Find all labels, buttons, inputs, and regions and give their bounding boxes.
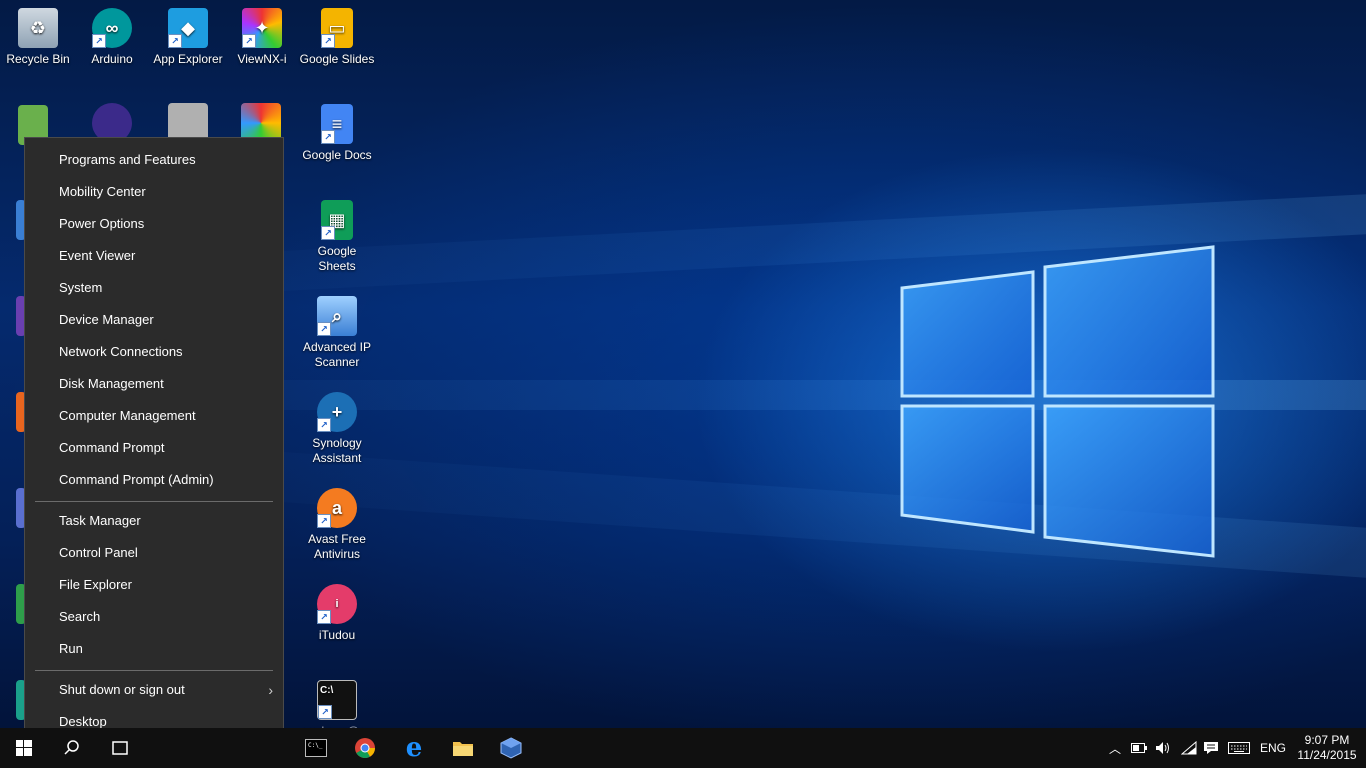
menu-item-programs-and-features[interactable]: Programs and Features (25, 144, 283, 176)
network-scanner-icon: ⌕ ↗ (317, 296, 357, 336)
svg-text:C:\_: C:\_ (308, 742, 323, 749)
volume-button[interactable] (1152, 728, 1174, 768)
battery-button[interactable] (1128, 728, 1150, 768)
battery-icon (1131, 743, 1147, 753)
taskbar-cmd[interactable]: C:\_ (292, 728, 340, 768)
chrome-icon (355, 738, 375, 758)
synology-icon: + ↗ (317, 392, 357, 432)
desktop-icon-viewnx[interactable]: ✦ ↗ ViewNX-i (224, 8, 300, 67)
notification-icon (1204, 742, 1218, 754)
taskbar-chrome[interactable] (341, 728, 389, 768)
winx-context-menu: Programs and Features Mobility Center Po… (24, 137, 284, 746)
desktop-icon-itudou[interactable]: i ↗ iTudou (299, 584, 375, 643)
chevron-up-icon: ︿ (1108, 741, 1121, 756)
touch-keyboard-button[interactable] (1226, 728, 1252, 768)
menu-item-task-manager[interactable]: Task Manager (25, 505, 283, 537)
google-docs-icon: ≡ ↗ (321, 104, 353, 144)
viewnx-icon: ✦ ↗ (242, 8, 282, 48)
keyboard-icon (1228, 742, 1250, 754)
start-button[interactable] (0, 728, 48, 768)
menu-item-file-explorer[interactable]: File Explorer (25, 569, 283, 601)
action-center-button[interactable] (1200, 728, 1222, 768)
show-hidden-icons-button[interactable]: ︿ (1104, 728, 1126, 768)
arduino-icon: ∞ ↗ (92, 8, 132, 48)
search-icon (64, 740, 79, 755)
desktop-icon-google-sheets[interactable]: ▦ ↗ Google Sheets (299, 200, 375, 274)
task-view-icon (112, 741, 128, 755)
menu-item-power-options[interactable]: Power Options (25, 208, 283, 240)
recycle-bin-icon: ♻ (18, 8, 58, 48)
menu-item-control-panel[interactable]: Control Panel (25, 537, 283, 569)
desktop-icon-google-slides[interactable]: ▭ ↗ Google Slides (299, 8, 375, 67)
clock-time: 9:07 PM (1304, 733, 1350, 747)
menu-item-run[interactable]: Run (25, 633, 283, 665)
menu-item-command-prompt-admin[interactable]: Command Prompt (Admin) (25, 464, 283, 496)
menu-item-command-prompt[interactable]: Command Prompt (25, 432, 283, 464)
taskbar-file-explorer[interactable] (439, 728, 487, 768)
desktop-icon-google-docs[interactable]: ≡ ↗ Google Docs (299, 104, 375, 163)
menu-separator (35, 501, 273, 502)
folder-icon (453, 742, 473, 756)
chevron-right-icon: › (268, 682, 273, 698)
desktop-icon-arduino[interactable]: ∞ ↗ Arduino (74, 8, 150, 67)
google-slides-icon: ▭ ↗ (321, 8, 353, 48)
menu-item-device-manager[interactable]: Device Manager (25, 304, 283, 336)
task-view-button[interactable] (96, 728, 144, 768)
cmd-icon: C:\_ (305, 739, 327, 757)
menu-item-system[interactable]: System (25, 272, 283, 304)
itudou-icon: i ↗ (317, 584, 357, 624)
input-language-button[interactable]: ENG (1256, 728, 1290, 768)
search-button[interactable] (48, 728, 96, 768)
wifi-icon (1181, 741, 1197, 755)
app-explorer-icon: ◆ ↗ (168, 8, 208, 48)
menu-item-mobility-center[interactable]: Mobility Center (25, 176, 283, 208)
volume-icon (1156, 742, 1169, 754)
desktop-icon-synology-assistant[interactable]: + ↗ Synology Assistant (299, 392, 375, 466)
menu-item-event-viewer[interactable]: Event Viewer (25, 240, 283, 272)
desktop-icon-app-explorer[interactable]: ◆ ↗ App Explorer (150, 8, 226, 67)
desktop-icon-advanced-ip-scanner[interactable]: ⌕ ↗ Advanced IP Scanner (299, 296, 375, 370)
network-button[interactable] (1178, 728, 1200, 768)
menu-separator (35, 670, 273, 671)
google-sheets-icon: ▦ ↗ (321, 200, 353, 240)
avast-icon: a ↗ (317, 488, 357, 528)
windows-start-icon (16, 740, 32, 756)
clock-date: 11/24/2015 (1297, 748, 1357, 762)
menu-item-disk-management[interactable]: Disk Management (25, 368, 283, 400)
menu-item-search[interactable]: Search (25, 601, 283, 633)
virtualbox-icon (500, 737, 522, 759)
menu-item-shut-down-or-sign-out[interactable]: Shut down or sign out › (25, 674, 283, 706)
cmd-icon: C:\ ↗ (317, 680, 357, 720)
taskbar-edge[interactable]: e (390, 728, 438, 768)
desktop-icon-avast[interactable]: a ↗ Avast Free Antivirus (299, 488, 375, 562)
taskbar-virtualbox[interactable] (487, 728, 535, 768)
menu-item-network-connections[interactable]: Network Connections (25, 336, 283, 368)
menu-item-computer-management[interactable]: Computer Management (25, 400, 283, 432)
edge-icon: e (405, 733, 423, 763)
desktop-icon-recycle-bin[interactable]: ♻ Recycle Bin (0, 8, 76, 67)
clock-button[interactable]: 9:07 PM 11/24/2015 (1292, 728, 1362, 768)
taskbar: C:\_ e ︿ ENG 9:07 PM 11/24/2015 (0, 728, 1366, 768)
